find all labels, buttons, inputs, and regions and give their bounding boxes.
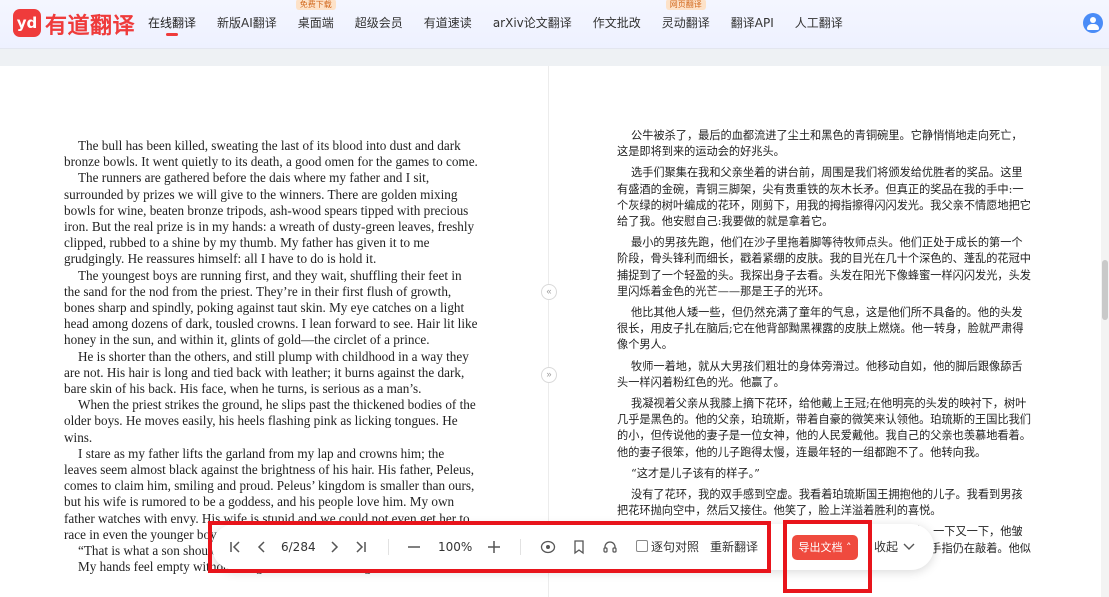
nav-item-label: 超级会员 <box>354 16 403 30</box>
collapse-right-icon[interactable]: » <box>541 367 557 383</box>
logo-icon[interactable]: yd <box>13 9 41 37</box>
collapse-label: 收起 <box>874 540 899 554</box>
paragraph: The bull has been killed, sweating the l… <box>64 138 478 170</box>
logo-text[interactable]: 有道翻译 <box>45 8 135 40</box>
paragraph: He is shorter than the others, and still… <box>64 348 469 397</box>
user-avatar-icon[interactable] <box>1083 13 1103 33</box>
nav-item[interactable]: 灵动翻译 网页翻译 <box>662 0 710 48</box>
paragraph: 他比其他人矮一些，但仍然充满了童年的气息，这是他们所不具备的。他的头发很长，用皮… <box>617 306 1024 352</box>
paragraph: 公牛被杀了，最后的血都流进了尘土和黑色的青铜碗里。它静悄悄地走向死亡，这是即将到… <box>617 129 1023 159</box>
translated-document: 公牛被杀了，最后的血都流进了尘土和黑色的青铜碗里。它静悄悄地走向死亡，这是即将到… <box>617 128 1032 578</box>
nav-item[interactable]: 有道速读 <box>424 0 472 48</box>
nav-item-label: 灵动翻译 <box>661 16 710 30</box>
scrollbar-thumb[interactable] <box>1102 260 1108 320</box>
paragraph: 选手们聚集在我和父亲坐着的讲台前，周围是我们将颁发给优胜者的奖品。这里有盛酒的金… <box>617 166 1031 229</box>
collapse-toolbar-button[interactable]: 收起 <box>874 524 898 570</box>
paragraph: 牧师一着地，就从大男孩们粗壮的身体旁滑过。他移动自如，他的脚后跟像舔舌头一样闪着… <box>617 359 1023 389</box>
nav-item-label: 作文批改 <box>592 16 641 30</box>
nav-item[interactable]: 翻译API <box>731 0 774 48</box>
nav-item-label: 在线翻译 <box>148 16 197 30</box>
source-document: The bull has been killed, sweating the l… <box>64 138 480 575</box>
chevron-down-icon[interactable] <box>902 539 916 555</box>
nav-item-label: 新版AI翻译 <box>217 16 277 30</box>
scrollbar[interactable] <box>1101 66 1109 597</box>
paragraph: 没有了花环，我的双手感到空虚。我看着珀琉斯国王拥抱他的儿子。我看到男孩把花环抛向… <box>617 488 1023 518</box>
nav-item-label: 翻译API <box>730 16 774 30</box>
top-nav-bar: yd 有道翻译 在线翻译 新版AI翻译 桌面端 免费下载超级会员 有道速读 arXiv论文… <box>0 0 1109 49</box>
nav-item-label: arXiv论文翻译 <box>492 16 572 30</box>
main-nav: 在线翻译 新版AI翻译 桌面端 免费下载超级会员 有道速读 arXiv论文翻译 作文批改 灵动… <box>148 0 864 48</box>
nav-item-label: 有道速读 <box>423 16 472 30</box>
nav-item[interactable]: arXiv论文翻译 <box>493 0 572 48</box>
panel-divider <box>548 66 549 597</box>
nav-item[interactable]: 作文批改 <box>593 0 641 48</box>
nav-item-label: 人工翻译 <box>794 16 843 30</box>
collapse-left-icon[interactable]: « <box>541 284 557 300</box>
paragraph: “这才是儿子该有的样子。” <box>631 466 760 480</box>
paragraph: The runners are gathered before the dais… <box>64 170 475 267</box>
paragraph: 最小的男孩先跑，他们在沙子里拖着脚等待牧师点头。他们正处于成长的第一个阶段，骨头… <box>617 236 1031 298</box>
paragraph: 我凝视着父亲从我膝上摘下花环，给他戴上王冠;在他明亮的头发的映衬下，树叶几乎是黑… <box>617 397 1031 459</box>
nav-item[interactable]: 新版AI翻译 <box>217 0 277 48</box>
nav-item[interactable]: 在线翻译 <box>148 0 196 48</box>
nav-item[interactable]: 桌面端 免费下载 <box>295 0 336 48</box>
paragraph: When the priest strikes the ground, he s… <box>64 397 476 445</box>
nav-item-label: 桌面端 <box>297 16 334 30</box>
paragraph: The youngest boys are running first, and… <box>64 267 478 348</box>
nav-item[interactable]: 超级会员 <box>355 0 403 48</box>
nav-badge: 免费下载 <box>295 0 336 10</box>
highlight-toolbar-box <box>208 521 771 573</box>
highlight-export-box <box>783 520 872 593</box>
nav-item[interactable]: 人工翻译 <box>795 0 843 48</box>
nav-badge: 网页翻译 <box>665 0 706 10</box>
